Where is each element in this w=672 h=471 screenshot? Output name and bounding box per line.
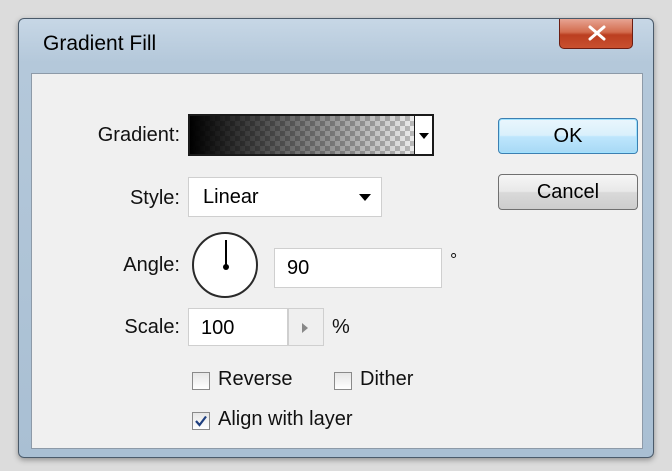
gradient-preview[interactable] [188, 114, 434, 156]
angle-degree-unit: ° [450, 250, 458, 270]
dialog-title: Gradient Fill [43, 32, 157, 55]
reverse-checkbox[interactable] [192, 372, 210, 390]
scale-label: Scale: [124, 316, 180, 338]
scale-input[interactable]: 100 [188, 308, 288, 346]
gradient-label: Gradient: [97, 124, 180, 146]
scale-stepper-button[interactable] [288, 308, 324, 346]
style-selected-value: Linear [203, 186, 259, 208]
dither-label: Dither [360, 368, 414, 390]
cancel-button[interactable]: Cancel [498, 174, 638, 210]
chevron-down-icon [359, 194, 371, 201]
dither-checkbox[interactable] [334, 372, 352, 390]
gradient-dropdown-button[interactable] [414, 114, 434, 156]
gradient-fill-dialog: Gradient Fill Gradient: Style: Linear An… [18, 18, 654, 458]
align-with-layer-label: Align with layer [218, 408, 353, 430]
dialog-body: Gradient: Style: Linear Angle: 90 ° Scal… [31, 73, 643, 449]
close-icon [588, 25, 606, 41]
style-label: Style: [129, 187, 180, 209]
style-select[interactable]: Linear [188, 177, 382, 217]
reverse-label: Reverse [218, 368, 293, 390]
triangle-right-icon [302, 323, 308, 333]
angle-dial-needle [225, 240, 227, 266]
align-with-layer-checkbox[interactable] [192, 412, 210, 430]
checkmark-icon [195, 415, 207, 427]
scale-percent-unit: % [332, 316, 350, 338]
angle-dial-center [223, 264, 229, 270]
angle-input[interactable]: 90 [274, 248, 442, 288]
chevron-down-icon [419, 133, 429, 139]
ok-button[interactable]: OK [498, 118, 638, 154]
angle-label: Angle: [123, 254, 180, 276]
angle-dial[interactable] [192, 232, 258, 298]
close-button[interactable] [559, 19, 633, 49]
